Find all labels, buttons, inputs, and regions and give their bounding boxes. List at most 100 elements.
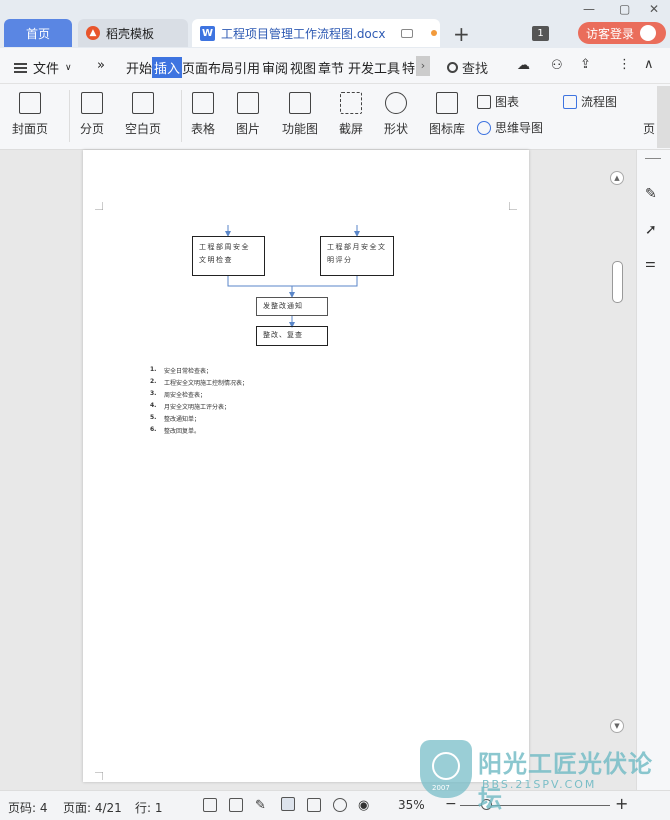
add-user-icon[interactable]: ⚇: [551, 58, 563, 73]
flowchart-box-rectify-recheck[interactable]: 整改、复查: [256, 326, 328, 346]
panel-handle-icon: [645, 158, 661, 160]
zoom-level[interactable]: 35%: [398, 798, 425, 812]
list-item: 6. 整改回复单。: [150, 426, 201, 435]
icon-library-button[interactable]: 图标库: [429, 92, 465, 137]
icon-library-label: 图标库: [429, 122, 466, 136]
file-menu-label: 文件: [33, 62, 60, 77]
menu-insert[interactable]: 插入: [152, 57, 183, 78]
tab-straw-template[interactable]: ▲ 稻壳模板: [78, 19, 188, 47]
page-number-status[interactable]: 页码: 4: [8, 799, 48, 816]
vertical-scrollbar[interactable]: ▲ ▼: [610, 163, 624, 745]
menu-references[interactable]: 引用: [234, 58, 260, 77]
avatar: [640, 25, 657, 41]
menu-start[interactable]: 开始: [126, 58, 152, 77]
ribbon-scroll-right-button[interactable]: [657, 86, 670, 148]
page-view-icon[interactable]: [281, 797, 295, 811]
blank-page-icon: [132, 92, 154, 114]
flowchart-box-rectify-notice[interactable]: 发整改通知: [256, 297, 328, 316]
table-label: 表格: [191, 122, 216, 136]
ribbon-more-label[interactable]: 页: [643, 120, 655, 137]
tab-document-label: 工程项目管理工作流程图.docx: [221, 26, 386, 41]
menu-review[interactable]: 审阅: [262, 58, 288, 77]
flowchart-box-weekly-check[interactable]: 工程部周安全文明检查: [192, 236, 265, 276]
mind-map-button[interactable]: 思维导图: [477, 119, 543, 136]
shape-button[interactable]: 形状: [384, 92, 408, 137]
cover-page-icon: [19, 92, 41, 114]
menu-developer[interactable]: 开发工具: [348, 58, 400, 77]
list-item: 2. 工程安全文明施工控制情况表；: [150, 378, 249, 387]
flowchart-box-monthly-score[interactable]: 工程部月安全文明评分: [320, 236, 394, 276]
visitor-login-button[interactable]: 访客登录: [578, 22, 666, 44]
table-button[interactable]: 表格: [191, 92, 215, 137]
function-chart-button[interactable]: 功能图: [282, 92, 318, 137]
flowchart-button[interactable]: 流程图: [563, 93, 617, 110]
file-menu[interactable]: 文件 ∨: [14, 58, 72, 77]
write-mode-icon[interactable]: ✎: [255, 798, 269, 813]
picture-icon: [237, 92, 259, 114]
tab-straw-label: 稻壳模板: [106, 26, 155, 41]
close-icon[interactable]: ✕: [649, 2, 659, 16]
list-item: 3. 周安全检查表；: [150, 390, 207, 399]
read-mode-icon[interactable]: [229, 798, 243, 812]
outline-view-icon[interactable]: [307, 798, 321, 812]
bar-chart-icon: [477, 94, 491, 109]
blank-page-button[interactable]: 空白页: [125, 92, 161, 137]
menu-bar: 文件 ∨ » 开始 插入 页面布局 引用 审阅 视图 章节 开发工具 特: [0, 48, 670, 84]
watermark-logo: 2007: [420, 740, 472, 798]
cursor-icon[interactable]: ➚: [645, 222, 661, 238]
page-break-icon: [81, 92, 103, 114]
table-icon: [192, 92, 214, 114]
menu-view[interactable]: 视图: [290, 58, 316, 77]
document-list: 1. 安全日常检查表； 2. 工程安全文明施工控制情况表； 3. 周安全检查表； 4.…: [150, 366, 248, 438]
list-item: 5. 整改通知单；: [150, 414, 201, 423]
scroll-up-icon[interactable]: ▲: [610, 171, 624, 185]
cover-page-button[interactable]: 封面页: [12, 92, 48, 137]
icon-library-icon: [436, 92, 458, 114]
web-view-icon[interactable]: [333, 798, 347, 812]
function-chart-icon: [289, 92, 311, 114]
pen-icon[interactable]: ✎: [645, 186, 661, 202]
eye-protection-icon[interactable]: ◉: [358, 798, 372, 813]
menu-scroll-right-button[interactable]: ›: [416, 56, 430, 76]
scroll-down-icon[interactable]: ▼: [610, 719, 624, 733]
scrollbar-thumb[interactable]: [612, 261, 623, 303]
chart-button[interactable]: 图表: [477, 93, 519, 110]
adjust-icon[interactable]: ⚌: [645, 256, 661, 272]
right-side-panel: ✎ ➚ ⚌: [636, 150, 670, 790]
screenshot-icon: [340, 92, 362, 114]
page-break-button[interactable]: 分页: [80, 92, 104, 137]
title-bar: 首页 ▲ 稻壳模板 W 工程项目管理工作流程图.docx + 1 访客登录 — …: [0, 0, 670, 48]
tab-home[interactable]: 首页: [4, 19, 72, 47]
line-status[interactable]: 行: 1: [135, 799, 163, 816]
cloud-icon[interactable]: ☁: [517, 58, 530, 73]
picture-button[interactable]: 图片: [236, 92, 260, 137]
screen-icon[interactable]: [401, 28, 414, 38]
menu-special[interactable]: 特: [402, 58, 415, 77]
menu-page-layout[interactable]: 页面布局: [182, 58, 234, 77]
hamburger-icon: [14, 62, 27, 73]
chart-label: 图表: [495, 95, 520, 109]
shape-icon: [385, 92, 407, 114]
fullscreen-icon[interactable]: [203, 798, 217, 812]
document-page[interactable]: 工程部周安全文明检查 工程部月安全文明评分 发整改通知 整改、复查: [83, 150, 529, 782]
screenshot-button[interactable]: 截屏: [339, 92, 363, 137]
collapse-ribbon-icon[interactable]: ∧: [644, 57, 654, 72]
more-options-icon[interactable]: ⋮: [618, 57, 631, 72]
more-menu-button[interactable]: »: [97, 58, 105, 73]
forum-watermark: 2007 阳光工匠光伏论坛 BBS.21SPV.COM: [420, 740, 670, 813]
tab-home-label: 首页: [25, 26, 50, 41]
straw-logo-icon: ▲: [86, 26, 100, 40]
watermark-url: BBS.21SPV.COM: [482, 778, 597, 791]
page-count-status[interactable]: 页面: 4/21: [63, 799, 122, 816]
blank-page-label: 空白页: [125, 122, 162, 136]
maximize-icon[interactable]: ▢: [619, 2, 630, 16]
window-count-badge[interactable]: 1: [532, 26, 549, 41]
minimize-icon[interactable]: —: [583, 2, 595, 16]
search-button[interactable]: 查找: [447, 58, 488, 77]
tab-document[interactable]: W 工程项目管理工作流程图.docx: [192, 19, 440, 47]
function-chart-label: 功能图: [282, 122, 319, 136]
flowchart-label: 流程图: [581, 95, 618, 109]
new-tab-button[interactable]: +: [453, 22, 470, 46]
menu-section[interactable]: 章节: [318, 58, 344, 77]
share-icon[interactable]: ⇪: [580, 57, 591, 72]
